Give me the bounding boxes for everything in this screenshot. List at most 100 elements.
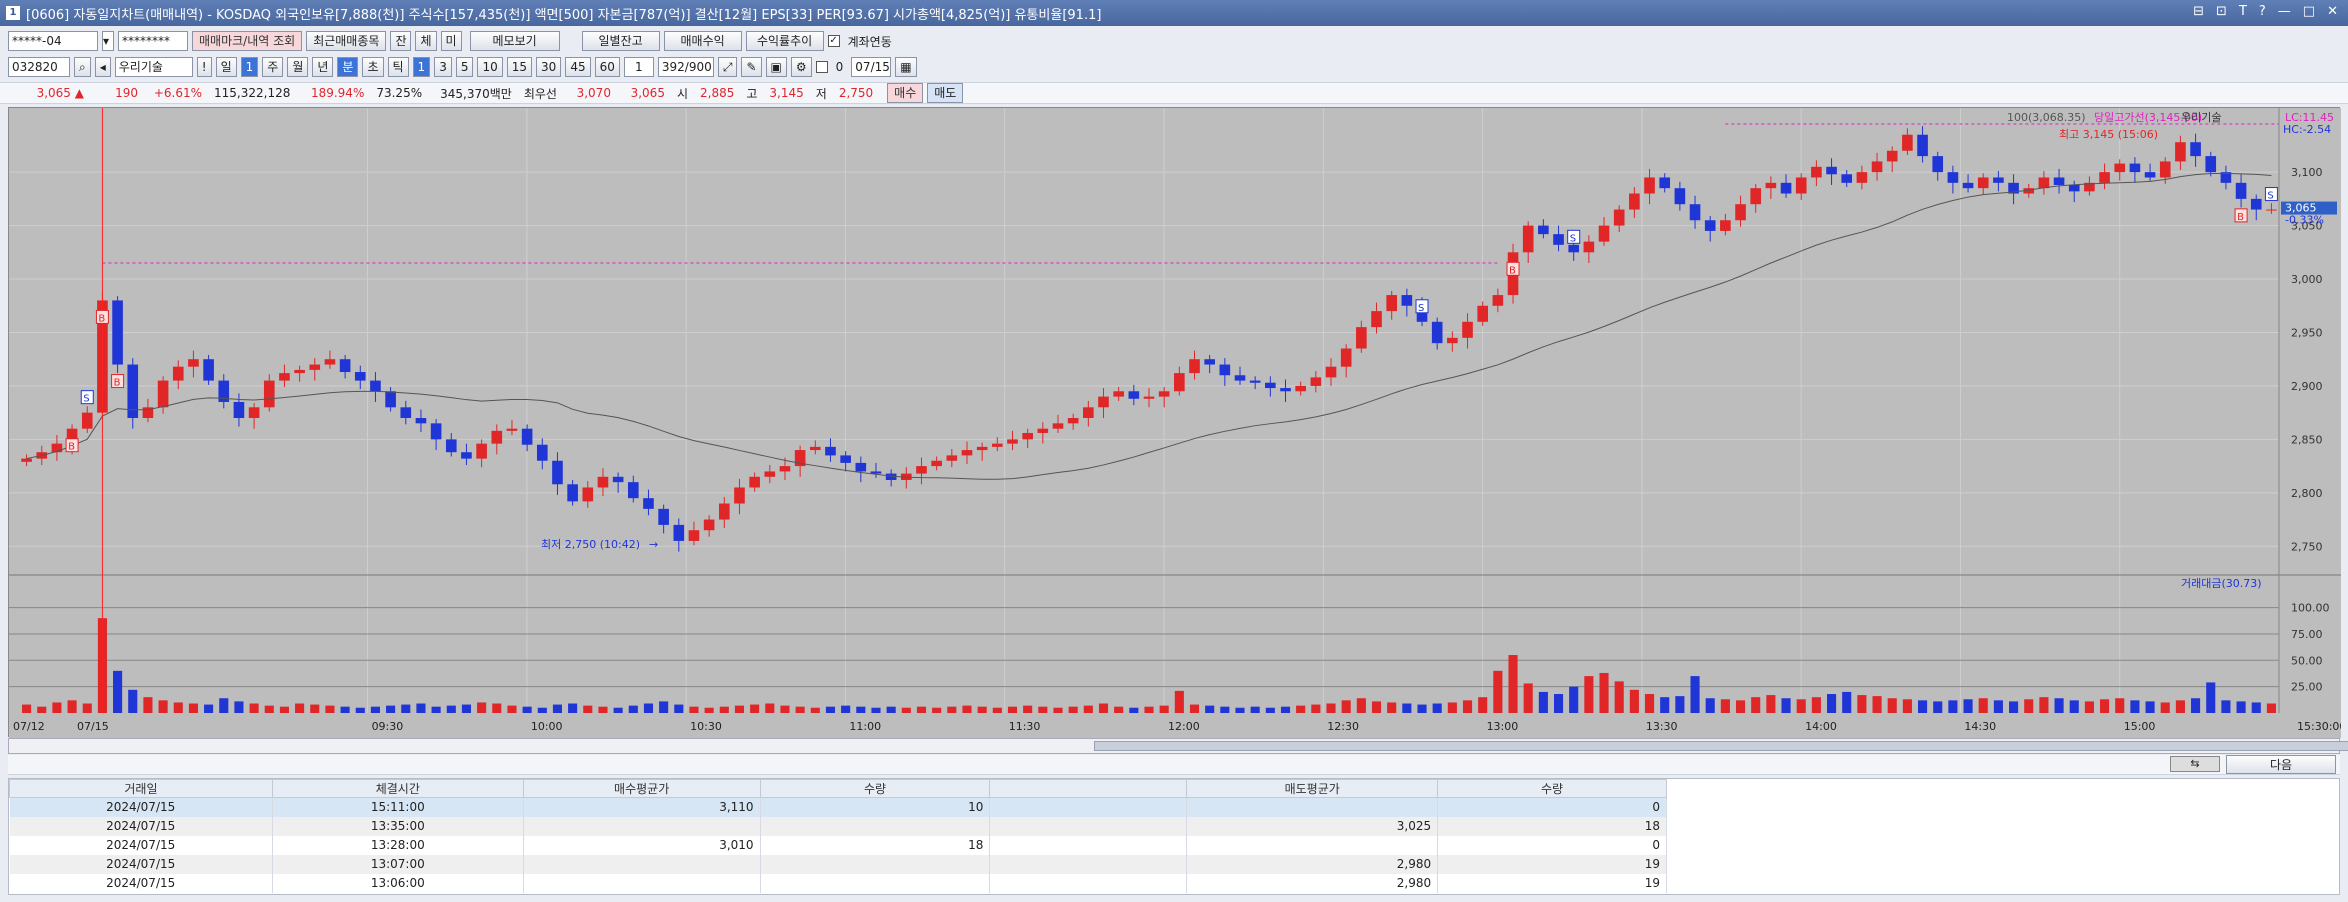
maximize-small-icon[interactable]: ⊡ bbox=[2216, 4, 2227, 19]
volume-bar bbox=[825, 706, 836, 713]
period-month[interactable]: 월 bbox=[287, 57, 309, 77]
close-icon[interactable]: ✕ bbox=[2327, 4, 2338, 19]
memo-button[interactable]: 메모보기 bbox=[469, 31, 560, 51]
y-tick-label: 3,000 bbox=[2291, 273, 2323, 286]
profit-trend-button[interactable]: 수익률추이 bbox=[745, 31, 824, 51]
candle-body bbox=[916, 466, 927, 474]
account-link-checkbox[interactable]: ✓ bbox=[827, 35, 840, 47]
volume-bar bbox=[370, 706, 380, 713]
candle-body bbox=[1522, 225, 1534, 253]
maximize-icon[interactable]: □ bbox=[2303, 4, 2315, 19]
trade-profit-button[interactable]: 매매수익 bbox=[663, 31, 742, 51]
trade-mark-tab[interactable]: 매매마크/내역 조회 bbox=[192, 31, 303, 51]
x-tick-label: 07/15 bbox=[77, 720, 109, 733]
candle-body bbox=[810, 446, 821, 451]
candle-body bbox=[445, 439, 457, 453]
up-arrow-icon: ▲ bbox=[74, 86, 84, 100]
recent-trade-tab[interactable]: 최근매매종목 bbox=[306, 31, 387, 51]
volume-bar bbox=[1159, 705, 1169, 713]
table-cell: 2024/07/15 bbox=[9, 816, 273, 836]
col-exec-time[interactable]: 체결시간 bbox=[271, 779, 524, 798]
volume-bar bbox=[2054, 698, 2064, 713]
save-icon[interactable]: ▣ bbox=[765, 57, 787, 77]
alert-button[interactable]: ! bbox=[196, 57, 212, 77]
scroll-thumb[interactable] bbox=[1094, 741, 2348, 751]
col-trade-date[interactable]: 거래일 bbox=[9, 779, 273, 798]
minimize-icon[interactable]: — bbox=[2278, 4, 2291, 19]
minute-option-30[interactable]: 30 bbox=[536, 57, 562, 77]
volume-bar bbox=[1144, 706, 1154, 713]
sell-button[interactable]: 매도 bbox=[927, 83, 964, 103]
trade-mark-label: B bbox=[1509, 265, 1516, 276]
che-button[interactable]: 체 bbox=[415, 31, 437, 51]
calendar-icon[interactable]: ▦ bbox=[895, 57, 917, 77]
chart-scrollbar[interactable] bbox=[8, 738, 2348, 754]
period-day-count[interactable]: 1 bbox=[240, 57, 259, 77]
volume-bar bbox=[1705, 698, 1715, 713]
volume-bar bbox=[1569, 686, 1579, 713]
volume-bar bbox=[916, 706, 927, 713]
account-select[interactable]: *****-04 bbox=[8, 31, 98, 51]
table-row[interactable]: 2024/07/15 13:28:00 3,010 18 0 bbox=[9, 835, 1667, 855]
search-icon[interactable]: ⌕ bbox=[74, 57, 91, 77]
table-row[interactable]: 2024/07/15 13:06:00 2,980 19 bbox=[9, 873, 1667, 893]
volume-bar bbox=[613, 707, 623, 713]
chart-area[interactable]: 3,100 3,050 3,000 2,950 2,900 2,850 2,800 2,750… bbox=[8, 107, 2346, 738]
password-input[interactable]: ******** bbox=[118, 31, 188, 51]
table-cell: 2024/07/15 bbox=[9, 873, 273, 893]
volume-bar bbox=[1174, 690, 1184, 713]
buy-button[interactable]: 매수 bbox=[887, 83, 924, 103]
candle-body bbox=[430, 423, 442, 440]
stock-name-field[interactable]: 우리기술 bbox=[114, 57, 193, 77]
minute-option-5[interactable]: 5 bbox=[455, 57, 474, 77]
minute-option-45[interactable]: 45 bbox=[565, 57, 591, 77]
col-buy-avg[interactable]: 매수평균가 bbox=[522, 779, 761, 798]
minute-option-1[interactable]: 1 bbox=[412, 57, 431, 77]
minute-option-3[interactable]: 3 bbox=[434, 57, 452, 77]
col-sell-avg[interactable]: 매도평균가 bbox=[1186, 779, 1439, 798]
x-tick-label: 13:30 bbox=[1646, 720, 1678, 733]
next-button[interactable]: 다음 bbox=[2226, 755, 2336, 774]
stock-code-input[interactable]: 032820 bbox=[8, 57, 70, 77]
minute-option-15[interactable]: 15 bbox=[506, 57, 533, 77]
minute-option-60[interactable]: 60 bbox=[594, 57, 620, 77]
jan-button[interactable]: 잔 bbox=[390, 31, 412, 51]
restore-icon[interactable]: ⊟ bbox=[2193, 4, 2204, 19]
candle-body bbox=[870, 471, 882, 474]
swap-icon[interactable]: ⇆ bbox=[2170, 756, 2220, 772]
count-select[interactable]: 1 bbox=[623, 57, 654, 77]
date-checkbox[interactable] bbox=[815, 61, 828, 73]
x-tick-label: 13:00 bbox=[1487, 720, 1519, 733]
date-input[interactable]: 07/15 bbox=[851, 57, 892, 77]
period-second[interactable]: 초 bbox=[362, 57, 384, 77]
period-tick[interactable]: 틱 bbox=[387, 57, 409, 77]
period-day[interactable]: 일 bbox=[215, 57, 237, 77]
font-icon[interactable]: T bbox=[2239, 4, 2247, 19]
period-year[interactable]: 년 bbox=[312, 57, 334, 77]
table-row[interactable]: 2024/07/15 13:07:00 2,980 19 bbox=[9, 854, 1667, 874]
help-icon[interactable]: ? bbox=[2259, 4, 2266, 19]
volume-bar bbox=[492, 703, 502, 713]
period-minute[interactable]: 분 bbox=[337, 57, 359, 77]
minute-option-10[interactable]: 10 bbox=[477, 57, 503, 77]
gear-icon[interactable]: ⚙ bbox=[790, 57, 812, 77]
col-sell-qty[interactable]: 수량 bbox=[1437, 779, 1667, 798]
zoom-icon[interactable]: ⤢ bbox=[717, 57, 738, 77]
low-label: 저 bbox=[815, 86, 827, 101]
col-buy-qty[interactable]: 수량 bbox=[759, 779, 991, 798]
volume-bar bbox=[1690, 676, 1700, 713]
volume-bar bbox=[113, 670, 123, 713]
table-cell: 10 bbox=[760, 797, 991, 817]
range-field[interactable]: 392/900 bbox=[657, 57, 714, 77]
speaker-icon[interactable]: ◂ bbox=[94, 57, 111, 77]
period-week[interactable]: 주 bbox=[262, 57, 284, 77]
table-row[interactable]: 2024/07/15 13:35:00 3,025 18 bbox=[9, 816, 1667, 836]
mi-button[interactable]: 미 bbox=[440, 31, 462, 51]
candle-body bbox=[597, 476, 609, 488]
tools-icon[interactable]: ✎ bbox=[741, 57, 762, 77]
chevron-down-icon[interactable]: ▾ bbox=[102, 31, 114, 51]
daily-balance-button[interactable]: 일별잔고 bbox=[581, 31, 660, 51]
volume-bar bbox=[1296, 705, 1306, 713]
table-row[interactable]: 2024/07/15 15:11:00 3,110 10 0 bbox=[9, 797, 1667, 817]
table-cell bbox=[989, 854, 1188, 874]
